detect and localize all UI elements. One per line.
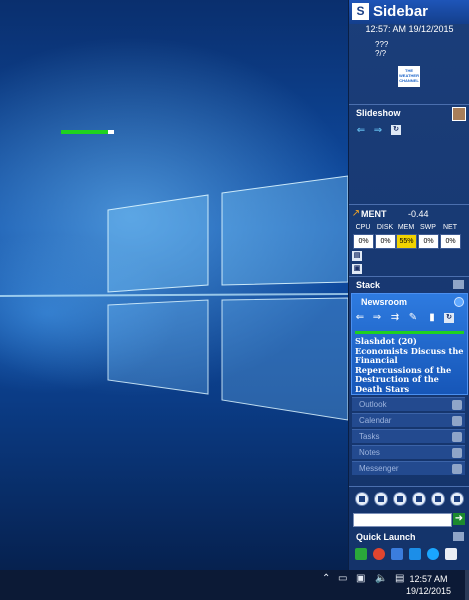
perf-save-icon[interactable]: ▣: [352, 264, 362, 274]
explorer-icon[interactable]: [391, 548, 403, 560]
slideshow-thumbnail[interactable]: [452, 107, 466, 121]
quick-launch-menu-icon[interactable]: [453, 532, 464, 541]
tab-tasks[interactable]: Tasks: [352, 429, 465, 443]
news-next-icon[interactable]: ⇒: [372, 313, 382, 323]
weather-channel-logo[interactable]: THE WEATHER CHANNEL: [398, 66, 420, 87]
network-icon[interactable]: ▣: [356, 573, 365, 584]
mem-label: MEM: [397, 224, 415, 231]
mem-meter[interactable]: 55%: [396, 234, 417, 249]
refresh-icon[interactable]: ↻: [391, 125, 401, 135]
swp-label: SWP: [420, 224, 436, 231]
news-feed-icon[interactable]: ✎: [408, 313, 418, 323]
next-track-button[interactable]: [412, 492, 426, 506]
divider: [349, 486, 469, 487]
slideshow-progress-bar: [61, 130, 114, 134]
slideshow-title: Slideshow: [356, 108, 401, 118]
sidebar-datetime: 12:57: AM 19/12/2015: [365, 24, 454, 34]
stack-title: Stack: [356, 280, 381, 290]
news-prev-icon[interactable]: ⇐: [355, 313, 365, 323]
sidebar-title: Sidebar: [373, 3, 429, 20]
calendar-icon: [452, 416, 462, 426]
sidebar-logo-icon[interactable]: S: [352, 3, 369, 20]
newsroom-orb-icon[interactable]: [454, 297, 464, 307]
divider: [349, 204, 469, 205]
quick-launch-title: Quick Launch: [356, 532, 416, 542]
notes-icon: [452, 448, 462, 458]
battery-icon[interactable]: ▭: [338, 573, 347, 584]
tab-tasks-label: Tasks: [359, 432, 380, 441]
taskbar-time: 12:57 AM: [409, 574, 448, 584]
tab-calendar-label: Calendar: [359, 416, 392, 425]
tasks-icon: [452, 432, 462, 442]
disk-meter[interactable]: 0%: [375, 234, 396, 249]
search-go-button[interactable]: ➜: [453, 513, 465, 525]
tab-notes-label: Notes: [359, 448, 380, 457]
prev-arrow-icon[interactable]: ⇐: [356, 126, 366, 136]
disk-label: DISK: [376, 224, 394, 231]
tab-calendar[interactable]: Calendar: [352, 413, 465, 427]
windows-logo-graphic: [0, 175, 348, 421]
news-refresh-icon[interactable]: ↻: [444, 313, 454, 323]
mail-icon[interactable]: [409, 548, 421, 560]
taskbar-clock[interactable]: 12:57 AM 19/12/2015: [406, 573, 451, 597]
tab-messenger-label: Messenger: [359, 464, 399, 473]
news-list-icon[interactable]: ⇉: [390, 313, 400, 323]
newsroom-title: Newsroom: [361, 297, 408, 307]
weather-line2: ?/?: [375, 49, 387, 58]
messenger-icon: [452, 464, 462, 474]
net-meter[interactable]: 0%: [440, 234, 461, 249]
sidebar-header: S Sidebar: [349, 0, 469, 24]
search-input[interactable]: [353, 513, 452, 527]
play-button[interactable]: [355, 492, 369, 506]
tray-expand-icon[interactable]: ⌃: [322, 573, 330, 584]
net-label: NET: [443, 224, 457, 231]
desktop-shortcut-icon[interactable]: [445, 548, 457, 560]
previous-track-button[interactable]: [393, 492, 407, 506]
swp-meter[interactable]: 0%: [418, 234, 439, 249]
tab-outlook-label: Outlook: [359, 400, 387, 409]
tab-messenger[interactable]: Messenger: [352, 461, 465, 475]
newsroom-panel: Newsroom ⇐ ⇒ ⇉ ✎ ▮ ↻ Slashdot (20) Econo…: [351, 293, 468, 395]
stock-change: -0.44: [408, 209, 429, 219]
volume-icon[interactable]: 🔈: [375, 573, 387, 584]
stop-button[interactable]: [374, 492, 388, 506]
tab-outlook[interactable]: Outlook: [352, 397, 465, 411]
action-center-icon[interactable]: ▤: [395, 573, 404, 584]
cpu-label: CPU: [355, 224, 371, 231]
messenger-app-icon[interactable]: [427, 548, 439, 560]
stack-menu-icon[interactable]: [453, 280, 464, 289]
chrome-icon[interactable]: [373, 548, 385, 560]
cpu-meter[interactable]: 0%: [353, 234, 374, 249]
stock-ticker[interactable]: MENT: [361, 209, 387, 219]
weather-info[interactable]: ??? ?/?: [375, 40, 388, 58]
outlook-icon: [452, 400, 462, 410]
perf-doc-icon[interactable]: ▤: [352, 251, 362, 261]
news-headline[interactable]: Slashdot (20) Economists Discuss the Fin…: [355, 336, 467, 395]
taskbar-date: 19/12/2015: [405, 586, 451, 596]
next-arrow-icon[interactable]: ⇒: [373, 126, 383, 136]
news-progress-bar: [355, 331, 464, 334]
show-desktop-button[interactable]: [465, 570, 469, 600]
weather-line1: ???: [375, 40, 389, 49]
divider: [349, 104, 469, 105]
stock-icon: ↗: [351, 208, 361, 219]
news-book-icon[interactable]: ▮: [427, 313, 437, 323]
tab-notes[interactable]: Notes: [352, 445, 465, 459]
volume-button[interactable]: [431, 492, 445, 506]
utorrent-icon[interactable]: [355, 548, 367, 560]
divider: [349, 276, 469, 277]
options-button[interactable]: [450, 492, 464, 506]
